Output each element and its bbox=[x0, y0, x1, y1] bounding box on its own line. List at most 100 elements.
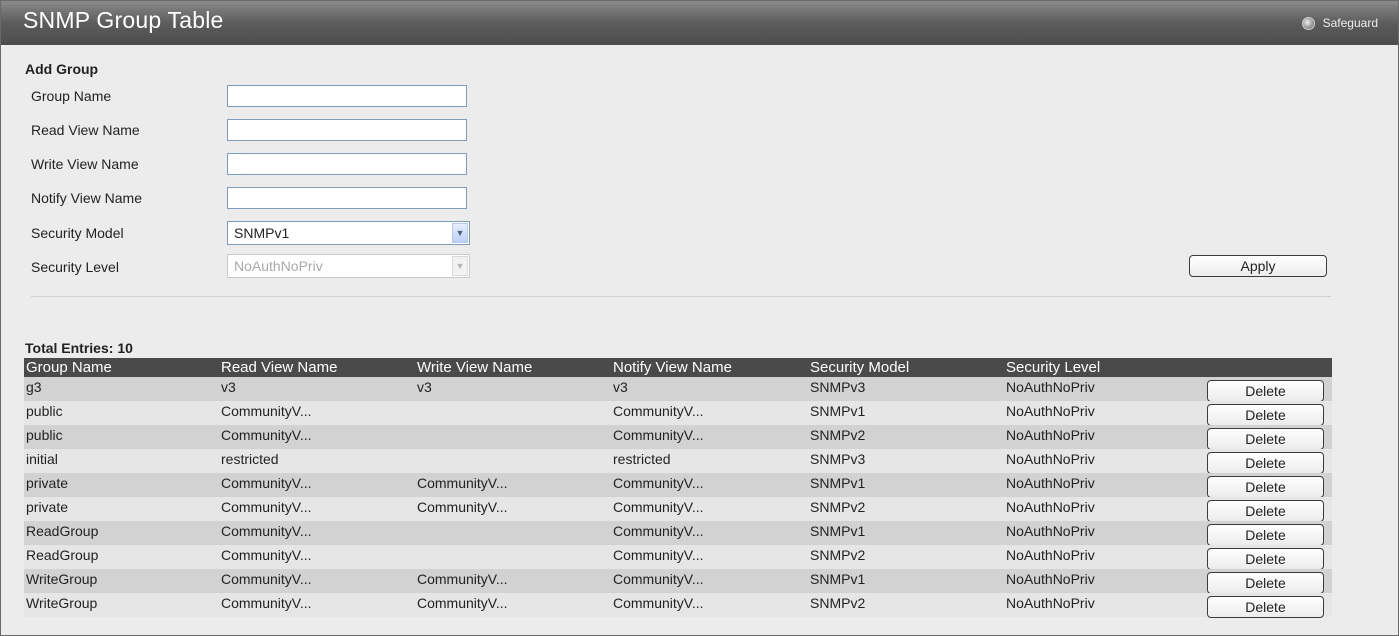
table-row: public CommunityV... CommunityV... SNMPv2 No… bbox=[24, 425, 1332, 450]
cell-security-model: SNMPv2 bbox=[810, 595, 866, 611]
cell-group-name: private bbox=[26, 499, 69, 515]
column-header-security-level: Security Level bbox=[1006, 359, 1101, 376]
total-entries-label: Total Entries: bbox=[25, 340, 114, 356]
cell-group-name: ReadGroup bbox=[26, 547, 99, 563]
delete-button[interactable]: Delete bbox=[1207, 596, 1324, 618]
cell-read-view-name: CommunityV... bbox=[221, 427, 312, 443]
cell-notify-view-name: CommunityV... bbox=[613, 427, 704, 443]
cell-read-view-name: CommunityV... bbox=[221, 499, 312, 515]
security-model-select[interactable]: SNMPv1 ▼ bbox=[227, 221, 470, 245]
column-header-write-view-name: Write View Name bbox=[417, 359, 533, 376]
section-divider bbox=[31, 296, 1331, 297]
chevron-down-icon: ▼ bbox=[452, 223, 468, 243]
total-entries: Total Entries: 10 bbox=[25, 340, 133, 356]
cell-notify-view-name: restricted bbox=[613, 451, 671, 467]
table-row: public CommunityV... CommunityV... SNMPv1 No… bbox=[24, 401, 1332, 426]
group-name-label: Group Name bbox=[31, 88, 112, 104]
title-bar: SNMP Group Table Safeguard bbox=[1, 1, 1398, 45]
cell-notify-view-name: CommunityV... bbox=[613, 523, 704, 539]
snmp-group-table-panel: SNMP Group Table Safeguard Add Group Gro… bbox=[0, 0, 1399, 636]
delete-button[interactable]: Delete bbox=[1207, 524, 1324, 546]
cell-security-level: NoAuthNoPriv bbox=[1006, 523, 1095, 539]
delete-button[interactable]: Delete bbox=[1207, 380, 1324, 402]
cell-security-level: NoAuthNoPriv bbox=[1006, 475, 1095, 491]
chevron-down-icon: ▼ bbox=[452, 256, 468, 276]
cell-security-level: NoAuthNoPriv bbox=[1006, 451, 1095, 467]
group-name-input[interactable] bbox=[227, 85, 467, 107]
notify-view-name-input[interactable] bbox=[227, 187, 467, 209]
cell-notify-view-name: CommunityV... bbox=[613, 595, 704, 611]
cell-notify-view-name: v3 bbox=[613, 379, 628, 395]
cell-read-view-name: CommunityV... bbox=[221, 571, 312, 587]
cell-group-name: initial bbox=[26, 451, 58, 467]
security-model-value: SNMPv1 bbox=[234, 225, 290, 241]
column-header-security-model: Security Model bbox=[810, 359, 910, 376]
page-title: SNMP Group Table bbox=[23, 7, 224, 33]
cell-security-model: SNMPv2 bbox=[810, 499, 866, 515]
cell-read-view-name: CommunityV... bbox=[221, 475, 312, 491]
cell-security-level: NoAuthNoPriv bbox=[1006, 547, 1095, 563]
cell-notify-view-name: CommunityV... bbox=[613, 547, 704, 563]
cell-read-view-name: restricted bbox=[221, 451, 279, 467]
security-level-select: NoAuthNoPriv ▼ bbox=[227, 254, 470, 278]
table-row: private CommunityV... CommunityV... Communi… bbox=[24, 473, 1332, 498]
table-row: g3 v3 v3 v3 SNMPv3 NoAuthNoPriv Delete bbox=[24, 377, 1332, 402]
cell-security-level: NoAuthNoPriv bbox=[1006, 403, 1095, 419]
delete-button[interactable]: Delete bbox=[1207, 476, 1324, 498]
table-row: WriteGroup CommunityV... CommunityV... Comm… bbox=[24, 569, 1332, 594]
apply-button[interactable]: Apply bbox=[1189, 255, 1327, 277]
write-view-name-input[interactable] bbox=[227, 153, 467, 175]
cell-notify-view-name: CommunityV... bbox=[613, 571, 704, 587]
cell-security-model: SNMPv1 bbox=[810, 571, 866, 587]
cell-security-model: SNMPv3 bbox=[810, 451, 866, 467]
cell-write-view-name: CommunityV... bbox=[417, 475, 508, 491]
table-header: Group Name Read View Name Write View Nam… bbox=[24, 358, 1332, 377]
notify-view-name-label: Notify View Name bbox=[31, 190, 143, 206]
cell-security-level: NoAuthNoPriv bbox=[1006, 499, 1095, 515]
cell-read-view-name: CommunityV... bbox=[221, 547, 312, 563]
delete-button[interactable]: Delete bbox=[1207, 572, 1324, 594]
delete-button[interactable]: Delete bbox=[1207, 428, 1324, 450]
column-header-group-name: Group Name bbox=[26, 359, 112, 376]
table-row: ReadGroup CommunityV... CommunityV... SNMPv… bbox=[24, 521, 1332, 546]
cell-security-level: NoAuthNoPriv bbox=[1006, 379, 1095, 395]
cell-security-model: SNMPv1 bbox=[810, 403, 866, 419]
security-level-label: Security Level bbox=[31, 259, 119, 275]
table-row: ReadGroup CommunityV... CommunityV... SNMPv… bbox=[24, 545, 1332, 570]
cell-read-view-name: v3 bbox=[221, 379, 236, 395]
security-level-value: NoAuthNoPriv bbox=[234, 258, 323, 274]
table-row: private CommunityV... CommunityV... Communi… bbox=[24, 497, 1332, 522]
cell-security-level: NoAuthNoPriv bbox=[1006, 571, 1095, 587]
security-model-label: Security Model bbox=[31, 225, 124, 241]
cell-group-name: private bbox=[26, 475, 69, 491]
cell-group-name: WriteGroup bbox=[26, 571, 98, 587]
table-row: WriteGroup CommunityV... CommunityV... Comm… bbox=[24, 593, 1332, 618]
safeguard-label: Safeguard bbox=[1322, 16, 1378, 30]
cell-write-view-name: v3 bbox=[417, 379, 432, 395]
column-header-notify-view-name: Notify View Name bbox=[613, 359, 732, 376]
cell-group-name: g3 bbox=[26, 379, 42, 395]
cell-security-level: NoAuthNoPriv bbox=[1006, 595, 1095, 611]
read-view-name-input[interactable] bbox=[227, 119, 467, 141]
cell-notify-view-name: CommunityV... bbox=[613, 499, 704, 515]
delete-button[interactable]: Delete bbox=[1207, 500, 1324, 522]
cell-security-model: SNMPv1 bbox=[810, 523, 866, 539]
cell-write-view-name: CommunityV... bbox=[417, 499, 508, 515]
cell-security-model: SNMPv2 bbox=[810, 547, 866, 563]
cell-write-view-name: CommunityV... bbox=[417, 571, 508, 587]
read-view-name-label: Read View Name bbox=[31, 122, 140, 138]
cell-notify-view-name: CommunityV... bbox=[613, 475, 704, 491]
delete-button[interactable]: Delete bbox=[1207, 404, 1324, 426]
safeguard-indicator[interactable]: Safeguard bbox=[1301, 14, 1378, 32]
cell-read-view-name: CommunityV... bbox=[221, 403, 312, 419]
cell-read-view-name: CommunityV... bbox=[221, 523, 312, 539]
safeguard-status-icon bbox=[1301, 16, 1315, 30]
delete-button[interactable]: Delete bbox=[1207, 548, 1324, 570]
cell-security-model: SNMPv1 bbox=[810, 475, 866, 491]
delete-button[interactable]: Delete bbox=[1207, 452, 1324, 474]
cell-write-view-name: CommunityV... bbox=[417, 595, 508, 611]
cell-security-model: SNMPv2 bbox=[810, 427, 866, 443]
cell-security-level: NoAuthNoPriv bbox=[1006, 427, 1095, 443]
cell-notify-view-name: CommunityV... bbox=[613, 403, 704, 419]
cell-group-name: public bbox=[26, 427, 63, 443]
